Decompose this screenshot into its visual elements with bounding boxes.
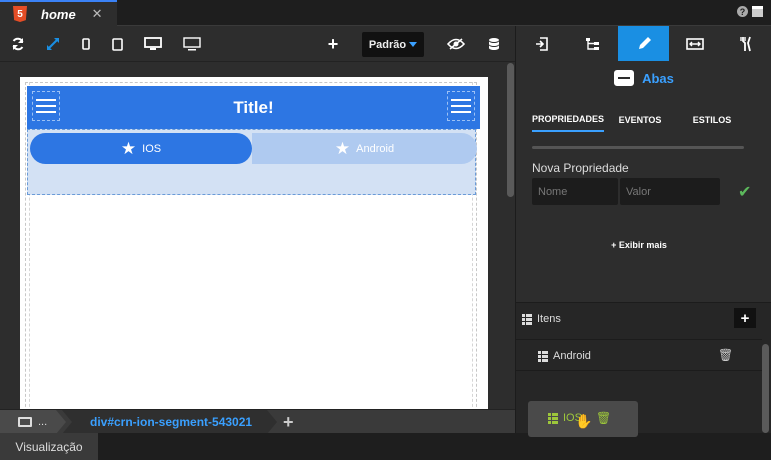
page-title: Title!: [233, 98, 274, 117]
eye-icon[interactable]: [446, 34, 466, 54]
items-section: Itens + Android 🗑 IOS 🗑 ✋: [516, 302, 771, 437]
check-icon[interactable]: ✔: [738, 182, 751, 202]
new-property-label: Nova Propriedade: [532, 161, 629, 175]
canvas-scrollbar[interactable]: [506, 63, 515, 409]
monitor-icon[interactable]: [182, 34, 202, 54]
items-title: Itens: [537, 313, 561, 325]
star-icon: ★: [334, 139, 351, 158]
widget-header: Abas: [516, 70, 771, 86]
tree-icon[interactable]: [567, 26, 618, 61]
trash-icon[interactable]: 🗑: [596, 411, 611, 425]
file-tab-bar: 5 home ✕ ?: [0, 0, 771, 26]
property-subtabs: PROPRIEDADES EVENTOS ESTILOS: [532, 108, 756, 132]
resize-icon[interactable]: [669, 26, 720, 61]
ion-segment[interactable]: ★ IOS ★ Android: [27, 129, 477, 195]
segment-button-android[interactable]: ★ Android: [252, 133, 477, 164]
hand-cursor-icon: ✋: [575, 413, 593, 429]
window-controls: ?: [737, 6, 763, 17]
tab-visualizacao[interactable]: Visualização: [0, 433, 98, 460]
fit-icon[interactable]: [45, 34, 61, 54]
scrollbar-thumb[interactable]: [507, 63, 514, 197]
item-label-wrap: Android: [538, 350, 591, 362]
help-icon[interactable]: ?: [737, 6, 748, 17]
breadcrumb-root-label: ...: [38, 416, 48, 428]
tabs-widget-icon: [614, 70, 635, 86]
widget-name: Abas: [642, 70, 674, 86]
panel-scrollbar[interactable]: [762, 344, 769, 433]
list-icon: [538, 350, 548, 362]
segment-button-ios[interactable]: ★ IOS: [30, 133, 252, 164]
breadcrumb-current[interactable]: div#crn-ion-segment-543021: [62, 410, 277, 434]
menu-icon-right[interactable]: [447, 91, 475, 121]
phone-small-icon[interactable]: [80, 34, 92, 54]
bottom-panel-bar: Visualização: [0, 433, 771, 460]
list-icon: [548, 412, 558, 424]
add-item-button[interactable]: +: [734, 308, 756, 328]
segment-buttons: ★ IOS ★ Android: [30, 133, 477, 164]
maximize-icon[interactable]: [752, 6, 763, 17]
panel-tabs: [516, 26, 771, 61]
segment-label: IOS: [142, 142, 162, 155]
ide-window: 5 home ✕ ? + Padrão Title! ★ IOS ★ Andro…: [0, 0, 771, 460]
pencil-icon[interactable]: [618, 26, 669, 61]
star-icon: ★: [120, 139, 137, 158]
item-label: Android: [553, 350, 591, 362]
list-icon: [522, 313, 532, 325]
file-tab-label: home: [41, 6, 76, 22]
list-item[interactable]: Android 🗑: [516, 339, 762, 371]
device-preview: Title! ★ IOS ★ Android: [20, 77, 488, 409]
html5-icon: 5: [13, 6, 27, 22]
dragging-list-item[interactable]: IOS 🗑 ✋: [528, 401, 638, 437]
breadcrumb: ... div#crn-ion-segment-543021 +: [0, 409, 515, 434]
toolbar: +: [0, 26, 515, 62]
chevron-down-icon: [409, 42, 418, 47]
subtab-eventos[interactable]: EVENTOS: [604, 108, 676, 132]
property-list-scroll-edge: [532, 146, 744, 149]
tools-icon[interactable]: [720, 26, 771, 61]
subtab-propriedades[interactable]: PROPRIEDADES: [532, 108, 604, 132]
file-tab-home[interactable]: 5 home ✕: [0, 0, 117, 26]
property-value-input[interactable]: [620, 178, 720, 205]
show-more-link[interactable]: + Exibir mais: [516, 240, 762, 250]
breadcrumb-root[interactable]: ...: [0, 410, 66, 434]
refresh-icon[interactable]: [10, 34, 26, 54]
items-header: Itens: [522, 313, 561, 325]
app-header[interactable]: Title!: [27, 86, 480, 129]
add-icon[interactable]: +: [325, 34, 341, 54]
export-icon[interactable]: [516, 26, 567, 61]
device-preset-label: Padrão: [368, 38, 407, 51]
segment-label: Android: [356, 142, 395, 155]
desktop-icon[interactable]: [143, 34, 163, 54]
add-icon[interactable]: +: [283, 412, 294, 433]
device-preset-select[interactable]: Padrão: [362, 32, 424, 57]
design-canvas: Title! ★ IOS ★ Android: [0, 63, 515, 409]
property-name-input[interactable]: [532, 178, 618, 205]
properties-panel: Abas PROPRIEDADES EVENTOS ESTILOS Nova P…: [515, 26, 771, 437]
trash-icon[interactable]: 🗑: [718, 348, 733, 362]
subtab-estilos[interactable]: ESTILOS: [676, 108, 748, 132]
close-icon[interactable]: ✕: [92, 6, 103, 22]
monitor-icon: [18, 417, 32, 427]
database-icon[interactable]: [486, 34, 502, 54]
tablet-icon[interactable]: [110, 34, 124, 54]
